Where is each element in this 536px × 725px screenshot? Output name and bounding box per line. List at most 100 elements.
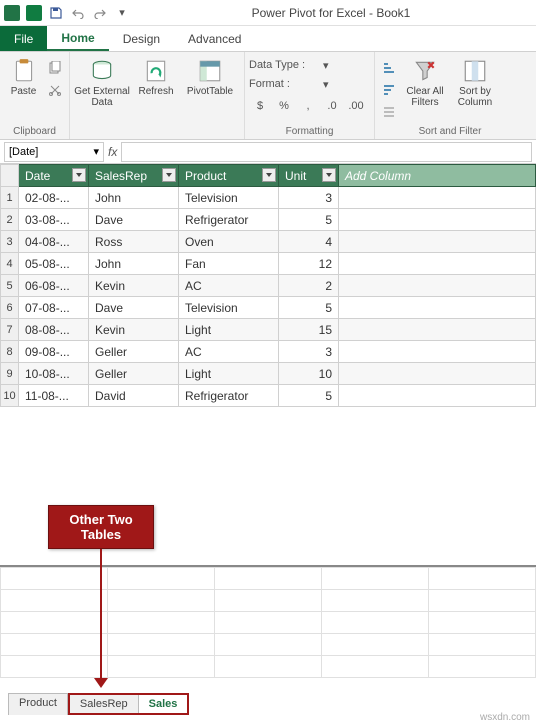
undo-icon[interactable] bbox=[70, 5, 86, 21]
clear-sort-icon[interactable] bbox=[379, 102, 399, 122]
fx-icon[interactable]: fx bbox=[108, 145, 117, 159]
pivottable-button[interactable]: PivotTable bbox=[182, 54, 238, 97]
cell-empty[interactable] bbox=[339, 275, 536, 297]
cell-date[interactable]: 10-08-... bbox=[19, 363, 89, 385]
filter-icon[interactable] bbox=[72, 168, 86, 182]
table-row[interactable]: 102-08-...JohnTelevision3 bbox=[1, 187, 536, 209]
cell-empty[interactable] bbox=[339, 363, 536, 385]
cell-unit[interactable]: 3 bbox=[279, 187, 339, 209]
cell-empty[interactable] bbox=[339, 253, 536, 275]
cell-empty[interactable] bbox=[339, 209, 536, 231]
cell-salesrep[interactable]: Geller bbox=[89, 341, 179, 363]
row-header[interactable]: 3 bbox=[1, 231, 19, 253]
cell-date[interactable]: 02-08-... bbox=[19, 187, 89, 209]
cell-salesrep[interactable]: Dave bbox=[89, 209, 179, 231]
cell-salesrep[interactable]: Ross bbox=[89, 231, 179, 253]
row-header[interactable]: 9 bbox=[1, 363, 19, 385]
save-icon[interactable] bbox=[48, 5, 64, 21]
paste-button[interactable]: Paste bbox=[4, 54, 43, 97]
cell-empty[interactable] bbox=[339, 341, 536, 363]
cell-salesrep[interactable]: Kevin bbox=[89, 275, 179, 297]
cell-date[interactable]: 07-08-... bbox=[19, 297, 89, 319]
table-row[interactable]: 809-08-...GellerAC3 bbox=[1, 341, 536, 363]
format-dropdown[interactable]: ▾ bbox=[323, 78, 329, 91]
cell-date[interactable]: 03-08-... bbox=[19, 209, 89, 231]
row-header[interactable]: 10 bbox=[1, 385, 19, 407]
row-header[interactable]: 1 bbox=[1, 187, 19, 209]
table-row[interactable]: 708-08-...KevinLight15 bbox=[1, 319, 536, 341]
sort-by-column-button[interactable]: Sort by Column bbox=[451, 54, 499, 108]
table-row[interactable]: 506-08-...KevinAC2 bbox=[1, 275, 536, 297]
row-header[interactable]: 4 bbox=[1, 253, 19, 275]
cell-product[interactable]: Fan bbox=[179, 253, 279, 275]
qat-dropdown-icon[interactable]: ▾ bbox=[114, 5, 130, 21]
tab-file[interactable]: File bbox=[0, 26, 47, 51]
cell-unit[interactable]: 15 bbox=[279, 319, 339, 341]
cell-empty[interactable] bbox=[339, 297, 536, 319]
cell-product[interactable]: Television bbox=[179, 297, 279, 319]
col-salesrep[interactable]: SalesRep bbox=[89, 165, 179, 187]
cell-unit[interactable]: 5 bbox=[279, 209, 339, 231]
filter-icon[interactable] bbox=[262, 168, 276, 182]
sheet-tab-sales[interactable]: Sales bbox=[139, 695, 188, 713]
cell-unit[interactable]: 4 bbox=[279, 231, 339, 253]
cell-date[interactable]: 04-08-... bbox=[19, 231, 89, 253]
filter-icon[interactable] bbox=[162, 168, 176, 182]
cell-date[interactable]: 11-08-... bbox=[19, 385, 89, 407]
increase-decimal-button[interactable]: .0 bbox=[321, 96, 343, 116]
sheet-tab-product[interactable]: Product bbox=[8, 693, 68, 715]
percent-button[interactable]: % bbox=[273, 96, 295, 116]
cell-empty[interactable] bbox=[339, 319, 536, 341]
cell-date[interactable]: 09-08-... bbox=[19, 341, 89, 363]
cell-unit[interactable]: 5 bbox=[279, 297, 339, 319]
name-box-dropdown-icon[interactable]: ▾ bbox=[93, 145, 99, 158]
cell-product[interactable]: Light bbox=[179, 319, 279, 341]
cell-product[interactable]: Light bbox=[179, 363, 279, 385]
cut-icon[interactable] bbox=[45, 80, 65, 100]
cell-unit[interactable]: 2 bbox=[279, 275, 339, 297]
tab-home[interactable]: Home bbox=[47, 26, 108, 51]
sort-asc-icon[interactable] bbox=[379, 58, 399, 78]
cell-salesrep[interactable]: David bbox=[89, 385, 179, 407]
cell-salesrep[interactable]: Kevin bbox=[89, 319, 179, 341]
table-row[interactable]: 1011-08-...DavidRefrigerator5 bbox=[1, 385, 536, 407]
sort-desc-icon[interactable] bbox=[379, 80, 399, 100]
table-row[interactable]: 910-08-...GellerLight10 bbox=[1, 363, 536, 385]
cell-product[interactable]: Refrigerator bbox=[179, 209, 279, 231]
cell-salesrep[interactable]: John bbox=[89, 253, 179, 275]
cell-date[interactable]: 08-08-... bbox=[19, 319, 89, 341]
row-header[interactable]: 7 bbox=[1, 319, 19, 341]
get-external-data-button[interactable]: Get External Data bbox=[74, 54, 130, 108]
datatype-dropdown[interactable]: ▾ bbox=[323, 59, 329, 72]
row-header[interactable]: 5 bbox=[1, 275, 19, 297]
currency-button[interactable]: $ bbox=[249, 96, 271, 116]
row-header[interactable]: 6 bbox=[1, 297, 19, 319]
table-row[interactable]: 304-08-...RossOven4 bbox=[1, 231, 536, 253]
redo-icon[interactable] bbox=[92, 5, 108, 21]
add-column[interactable]: Add Column bbox=[339, 165, 536, 187]
cell-date[interactable]: 06-08-... bbox=[19, 275, 89, 297]
cell-empty[interactable] bbox=[339, 187, 536, 209]
cell-unit[interactable]: 10 bbox=[279, 363, 339, 385]
row-header[interactable]: 8 bbox=[1, 341, 19, 363]
cell-unit[interactable]: 5 bbox=[279, 385, 339, 407]
decrease-decimal-button[interactable]: .00 bbox=[345, 96, 367, 116]
cell-unit[interactable]: 3 bbox=[279, 341, 339, 363]
row-header[interactable]: 2 bbox=[1, 209, 19, 231]
tab-design[interactable]: Design bbox=[109, 26, 174, 51]
refresh-button[interactable]: Refresh bbox=[132, 54, 180, 97]
cell-empty[interactable] bbox=[339, 231, 536, 253]
col-unit[interactable]: Unit bbox=[279, 165, 339, 187]
cell-product[interactable]: AC bbox=[179, 275, 279, 297]
filter-icon[interactable] bbox=[322, 168, 336, 182]
cell-product[interactable]: AC bbox=[179, 341, 279, 363]
cell-empty[interactable] bbox=[339, 385, 536, 407]
table-row[interactable]: 203-08-...DaveRefrigerator5 bbox=[1, 209, 536, 231]
copy-icon[interactable] bbox=[45, 58, 65, 78]
cell-salesrep[interactable]: John bbox=[89, 187, 179, 209]
cell-product[interactable]: Oven bbox=[179, 231, 279, 253]
cell-salesrep[interactable]: Geller bbox=[89, 363, 179, 385]
col-date[interactable]: Date bbox=[19, 165, 89, 187]
tab-advanced[interactable]: Advanced bbox=[174, 26, 255, 51]
cell-product[interactable]: Refrigerator bbox=[179, 385, 279, 407]
